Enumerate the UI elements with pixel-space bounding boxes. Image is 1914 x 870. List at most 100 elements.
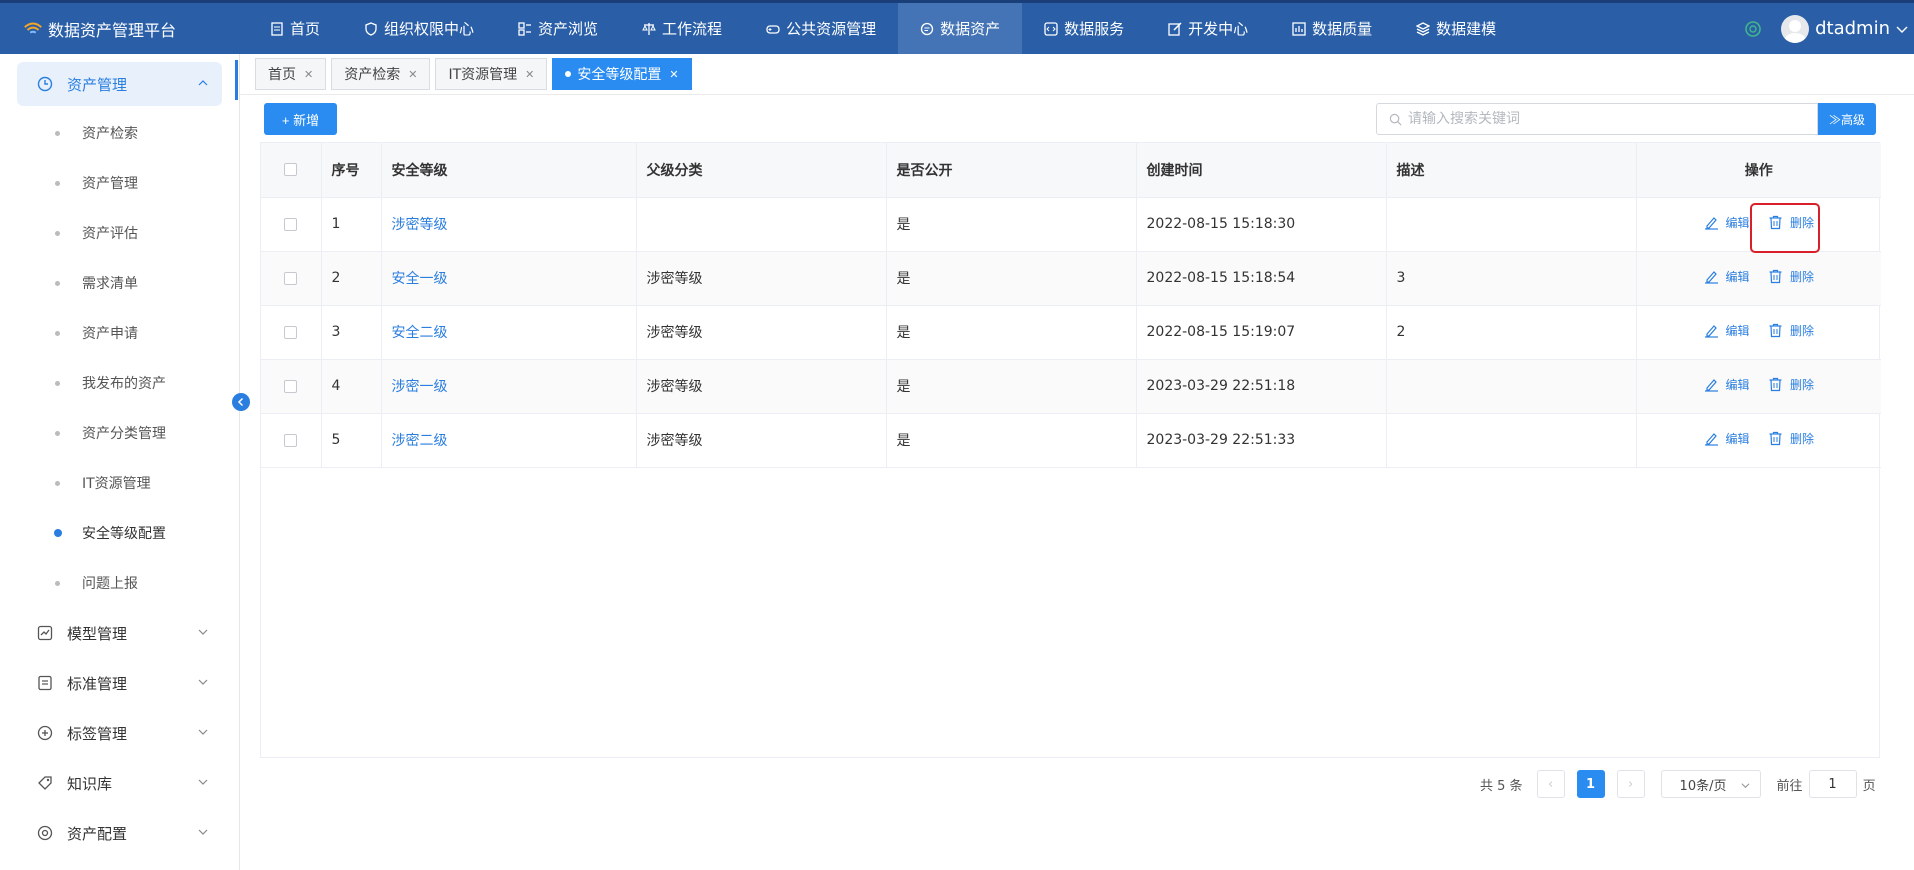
row-checkbox[interactable] — [284, 433, 297, 447]
edit-label: 编辑 — [1725, 216, 1750, 230]
level-link[interactable]: 涉密等级 — [392, 217, 448, 233]
tab-home[interactable]: 首页 ✕ — [255, 58, 327, 90]
sidebar-group-tag-management[interactable]: 标签管理 — [17, 711, 222, 755]
sidebar-item-asset-category[interactable]: 资产分类管理 — [0, 413, 240, 453]
sidebar-group-model-management[interactable]: 模型管理 — [17, 611, 222, 655]
sidebar-item-issue-report[interactable]: 问题上报 — [0, 563, 240, 603]
edit-button[interactable]: 编辑 — [1704, 214, 1750, 231]
sidebar-group-standard-management[interactable]: 标准管理 — [17, 661, 222, 705]
delete-button[interactable]: 删除 — [1768, 268, 1814, 285]
advanced-search-button[interactable]: ≫高级 — [1818, 103, 1876, 135]
checkbox-cell — [261, 305, 322, 360]
select-all-checkbox[interactable] — [284, 163, 297, 177]
cell-public: 是 — [886, 197, 1137, 252]
bullet-dot — [55, 580, 60, 586]
nav-asset-browse[interactable]: 资产浏览 — [496, 3, 620, 54]
avatar[interactable] — [1781, 14, 1810, 43]
sidebar-item-my-published[interactable]: 我发布的资产 — [0, 363, 240, 403]
username[interactable]: dtadmin — [1815, 18, 1890, 39]
nav-public-resource[interactable]: 公共资源管理 — [744, 3, 898, 54]
cell-desc — [1386, 197, 1637, 252]
delete-button[interactable]: 删除 — [1768, 214, 1814, 231]
delete-button[interactable]: 删除 — [1768, 322, 1814, 339]
cell-parent: 涉密等级 — [636, 359, 887, 414]
pencil-icon — [1704, 217, 1718, 230]
edit-button[interactable]: 编辑 — [1704, 430, 1750, 447]
nav-data-modeling[interactable]: 数据建模 — [1394, 3, 1518, 54]
add-button[interactable]: + 新增 — [264, 103, 337, 135]
level-link[interactable]: 涉密二级 — [392, 433, 448, 449]
tab-security-level[interactable]: 安全等级配置 ✕ — [552, 58, 692, 90]
column-header: 序号 — [321, 143, 382, 198]
clock-icon — [37, 76, 53, 92]
level-link[interactable]: 安全一级 — [392, 271, 448, 287]
nav-label: 公共资源管理 — [786, 20, 877, 38]
sidebar-group-asset-config[interactable]: 资产配置 — [17, 811, 222, 855]
nav-data-quality[interactable]: 数据质量 — [1270, 3, 1394, 54]
chevron-down-icon[interactable] — [1896, 23, 1908, 35]
row-checkbox[interactable] — [284, 271, 297, 285]
nav-org-permission[interactable]: 组织权限中心 — [342, 3, 496, 54]
sidebar-item-asset-search[interactable]: 资产检索 — [0, 113, 240, 153]
cell-level: 安全一级 — [381, 251, 637, 306]
cell-no: 1 — [321, 197, 382, 252]
close-icon[interactable]: ✕ — [525, 68, 534, 81]
next-page-button[interactable]: › — [1616, 770, 1645, 798]
chevron-down-icon — [1741, 783, 1750, 789]
nav-workflow[interactable]: 工作流程 — [620, 3, 744, 54]
level-link[interactable]: 安全二级 — [392, 325, 448, 341]
sidebar-item-label: 问题上报 — [82, 576, 138, 592]
brand[interactable]: 数据资产管理平台 — [0, 3, 248, 54]
search-input[interactable] — [1408, 111, 1788, 127]
page-number-button[interactable]: 1 — [1576, 770, 1605, 798]
cell-created: 2022-08-15 15:18:30 — [1136, 197, 1387, 252]
nav-data-asset[interactable]: 数据资产 — [898, 3, 1023, 54]
close-icon[interactable]: ✕ — [669, 68, 678, 81]
chevron-up-icon — [198, 80, 208, 86]
close-icon[interactable]: ✕ — [408, 68, 417, 81]
page-size-select[interactable]: 10条/页 — [1660, 770, 1761, 798]
sidebar-item-asset-evaluation[interactable]: 资产评估 — [0, 213, 240, 253]
bullet-dot — [55, 430, 60, 436]
nav-dev-center[interactable]: 开发中心 — [1146, 3, 1270, 54]
sidebar-item-it-resource[interactable]: IT资源管理 — [0, 463, 240, 503]
sidebar-group-asset-management[interactable]: 资产管理 — [17, 62, 222, 106]
edit-button[interactable]: 编辑 — [1704, 268, 1750, 285]
select-all-cell — [261, 143, 322, 198]
sidebar-item-asset-management[interactable]: 资产管理 — [0, 163, 240, 203]
level-link[interactable]: 涉密一级 — [392, 379, 448, 395]
delete-button[interactable]: 删除 — [1768, 430, 1814, 447]
delete-button[interactable]: 删除 — [1768, 376, 1814, 393]
nav-label: 工作流程 — [662, 20, 723, 38]
main-nav: 首页 组织权限中心 资产浏览 工作流程 公共资源管理 数据资产 数据服务 开发中… — [248, 3, 1518, 54]
nav-data-service[interactable]: 数据服务 — [1022, 3, 1146, 54]
page-tabs: 首页 ✕ 资产检索 ✕ IT资源管理 ✕ 安全等级配置 ✕ — [255, 58, 697, 90]
nav-home[interactable]: 首页 — [248, 3, 342, 54]
prev-page-button[interactable]: ‹ — [1536, 770, 1565, 798]
edit-button[interactable]: 编辑 — [1704, 322, 1750, 339]
collapse-sidebar-button[interactable] — [232, 393, 250, 411]
sidebar-item-security-level[interactable]: 安全等级配置 — [0, 513, 240, 553]
goto-page-input[interactable] — [1808, 770, 1857, 798]
goto-suffix: 页 — [1862, 778, 1876, 794]
row-checkbox[interactable] — [284, 379, 297, 393]
sidebar-group-knowledge-base[interactable]: 知识库 — [17, 761, 222, 805]
column-header: 是否公开 — [886, 143, 1137, 198]
cell-no: 5 — [321, 413, 382, 468]
edit-button[interactable]: 编辑 — [1704, 376, 1750, 393]
close-icon[interactable]: ✕ — [304, 68, 313, 81]
cell-actions: 编辑 删除 — [1636, 413, 1881, 468]
nav-label: 组织权限中心 — [384, 20, 475, 38]
sidebar-item-label: 资产检索 — [82, 126, 138, 142]
sidebar-item-asset-application[interactable]: 资产申请 — [0, 313, 240, 353]
row-checkbox[interactable] — [284, 217, 297, 231]
tab-it-resource[interactable]: IT资源管理 ✕ — [435, 58, 548, 90]
nav-label: 首页 — [290, 20, 321, 38]
tab-asset-search[interactable]: 资产检索 ✕ — [331, 58, 431, 90]
openai-icon[interactable] — [1743, 19, 1763, 39]
row-checkbox[interactable] — [284, 325, 297, 339]
chevron-left-icon — [237, 397, 244, 407]
nav-label: 数据建模 — [1436, 20, 1497, 38]
sidebar-item-label: 安全等级配置 — [82, 526, 166, 542]
sidebar-item-requirement-list[interactable]: 需求清单 — [0, 263, 240, 303]
